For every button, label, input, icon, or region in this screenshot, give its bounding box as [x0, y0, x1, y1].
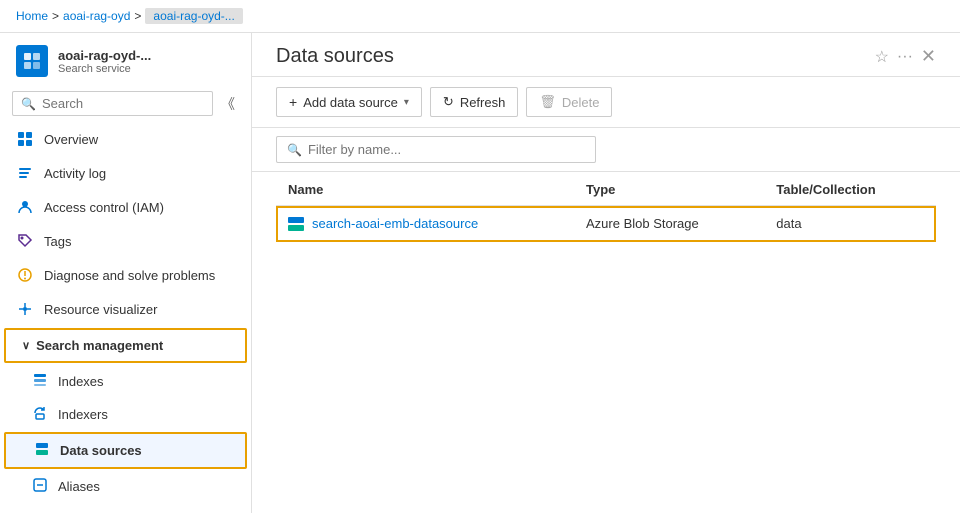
close-icon[interactable]: ✕ [921, 46, 936, 67]
delete-label: Delete [562, 95, 600, 110]
favorite-icon[interactable]: ☆ [875, 47, 889, 67]
sidebar-item-label-aliases: Aliases [58, 479, 100, 494]
datasource-icon [288, 217, 304, 231]
overview-icon [16, 130, 34, 148]
cell-type: Azure Blob Storage [574, 206, 764, 242]
cell-table-collection: data [764, 206, 936, 242]
page-title-text: Data sources [276, 45, 394, 68]
more-options-icon[interactable]: ··· [897, 48, 913, 66]
sidebar-item-overview[interactable]: Overview [0, 122, 251, 156]
sidebar-item-label-activity-log: Activity log [44, 166, 106, 181]
activity-log-icon [16, 164, 34, 182]
service-subtitle: Search service [58, 63, 151, 75]
table-container: Name Type Table/Collection [252, 172, 960, 513]
sidebar-pin-button[interactable]: 《 [217, 92, 239, 116]
page-title: Data sources [276, 45, 394, 68]
refresh-label: Refresh [460, 95, 506, 110]
sidebar-item-tags[interactable]: Tags [0, 224, 251, 258]
sidebar-section-label: Search management [36, 338, 163, 353]
sidebar-search-icon: 🔍 [21, 97, 36, 111]
table-body: search-aoai-emb-datasource Azure Blob St… [276, 206, 936, 242]
data-sources-icon [34, 441, 50, 460]
refresh-icon: ↻ [443, 94, 454, 110]
sidebar-service-header: aoai-rag-oyd-... Search service [0, 33, 251, 85]
table-header: Name Type Table/Collection [276, 172, 936, 206]
sidebar-search-box[interactable]: 🔍 [12, 91, 213, 116]
data-source-name: search-aoai-emb-datasource [312, 216, 478, 231]
diagnose-icon [16, 266, 34, 284]
sidebar-item-data-sources[interactable]: Data sources [4, 432, 247, 469]
sidebar-item-activity-log[interactable]: Activity log [0, 156, 251, 190]
breadcrumb-sep1: > [52, 9, 59, 23]
sidebar-item-indexes[interactable]: Indexes [0, 365, 251, 398]
service-icon [16, 45, 48, 77]
toolbar: + Add data source ▾ ↻ Refresh 🗑 Delete [252, 77, 960, 128]
ds-bar-bottom [288, 225, 304, 231]
table-row[interactable]: search-aoai-emb-datasource Azure Blob St… [276, 206, 936, 242]
data-source-link[interactable]: search-aoai-emb-datasource [288, 216, 562, 231]
col-header-table-collection: Table/Collection [764, 172, 936, 206]
filter-input[interactable] [308, 142, 585, 157]
indexes-icon [32, 372, 48, 391]
breadcrumb-current: aoai-rag-oyd-... [145, 8, 242, 24]
main-content: Data sources ☆ ··· ✕ + Add data source ▾… [252, 33, 960, 513]
filter-input-wrapper[interactable]: 🔍 [276, 136, 596, 163]
filter-icon: 🔍 [287, 143, 302, 157]
sidebar-item-diagnose[interactable]: Diagnose and solve problems [0, 258, 251, 292]
breadcrumb-sep2: > [134, 9, 141, 23]
sidebar-item-label-access-control: Access control (IAM) [44, 200, 164, 215]
add-data-source-label: Add data source [303, 95, 398, 110]
ds-bar-top [288, 217, 304, 223]
sidebar-item-resource-visualizer[interactable]: Resource visualizer [0, 292, 251, 326]
breadcrumb: Home > aoai-rag-oyd > aoai-rag-oyd-... [0, 0, 960, 33]
sidebar-item-aliases[interactable]: Aliases [0, 470, 251, 503]
cell-name: search-aoai-emb-datasource [276, 206, 574, 242]
sidebar-item-label-indexes: Indexes [58, 374, 104, 389]
title-actions: ☆ ··· ✕ [875, 46, 936, 67]
add-chevron-icon: ▾ [404, 97, 409, 108]
resource-visualizer-icon [16, 300, 34, 318]
sidebar-item-label-resource-visualizer: Resource visualizer [44, 302, 157, 317]
sidebar-nav: Overview Activity log Access control (IA… [0, 122, 251, 513]
indexers-icon [32, 405, 48, 424]
breadcrumb-service[interactable]: aoai-rag-oyd [63, 9, 130, 23]
tags-icon [16, 232, 34, 250]
sidebar-item-skillsets[interactable]: Skillsets [0, 503, 251, 513]
access-control-icon [16, 198, 34, 216]
refresh-button[interactable]: ↻ Refresh [430, 87, 518, 117]
content-header: Data sources ☆ ··· ✕ [252, 33, 960, 77]
service-info: aoai-rag-oyd-... Search service [58, 48, 151, 75]
delete-icon: 🗑 [539, 94, 556, 110]
aliases-icon [32, 477, 48, 496]
sidebar-item-indexers[interactable]: Indexers [0, 398, 251, 431]
sidebar-search-input[interactable] [42, 96, 204, 111]
datasource-bars-icon [288, 217, 304, 231]
sidebar-item-label-diagnose: Diagnose and solve problems [44, 268, 215, 283]
col-header-name: Name [276, 172, 574, 206]
sidebar-item-label-indexers: Indexers [58, 407, 108, 422]
col-header-type: Type [574, 172, 764, 206]
sidebar-item-label-data-sources: Data sources [60, 443, 142, 458]
add-data-source-button[interactable]: + Add data source ▾ [276, 87, 422, 117]
chevron-down-icon: ∨ [22, 339, 30, 352]
sidebar-section-search-management[interactable]: ∨ Search management [4, 328, 247, 363]
sidebar-item-access-control[interactable]: Access control (IAM) [0, 190, 251, 224]
sidebar-search-area: 🔍 《 [0, 85, 251, 122]
data-sources-table: Name Type Table/Collection [276, 172, 936, 242]
sidebar: aoai-rag-oyd-... Search service 🔍 《 Over… [0, 33, 252, 513]
filter-bar: 🔍 [252, 128, 960, 172]
service-title: aoai-rag-oyd-... [58, 48, 151, 63]
add-icon: + [289, 94, 297, 110]
sidebar-item-label-overview: Overview [44, 132, 98, 147]
breadcrumb-home[interactable]: Home [16, 9, 48, 23]
delete-button[interactable]: 🗑 Delete [526, 87, 612, 117]
sidebar-item-label-tags: Tags [44, 234, 71, 249]
